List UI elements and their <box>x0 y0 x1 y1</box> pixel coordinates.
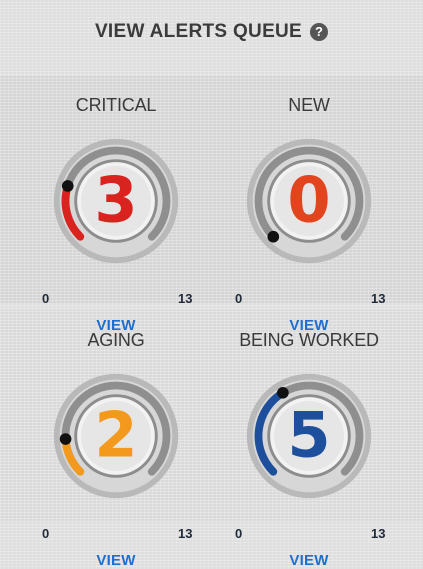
aging-dial: 2 <box>53 373 179 499</box>
critical-dial: 3 <box>53 138 179 264</box>
being-worked-min-label: 0 <box>235 526 243 541</box>
new-max-label: 13 <box>371 291 386 306</box>
new-gauge-widget: NEW 0 0 13 VIEW <box>219 95 399 334</box>
aging-count: 2 <box>94 398 137 471</box>
critical-title: CRITICAL <box>75 95 157 115</box>
new-title: NEW <box>288 95 330 115</box>
new-dial: 0 <box>246 138 372 264</box>
being-worked-max-label: 13 <box>371 526 386 541</box>
aging-min-label: 0 <box>42 526 50 541</box>
critical-gauge-widget: CRITICAL 3 0 13 VIEW <box>26 95 206 334</box>
being-worked-count: 5 <box>287 398 330 471</box>
aging-gauge-widget: AGING 2 0 13 VIEW <box>26 330 206 569</box>
page-title: VIEW ALERTS QUEUE <box>94 21 303 42</box>
critical-min-label: 0 <box>42 291 50 306</box>
critical-count: 3 <box>94 163 137 236</box>
new-min-label: 0 <box>235 291 243 306</box>
alerts-queue-header: VIEW ALERTS QUEUE ? <box>0 0 423 64</box>
aging-view-link[interactable]: VIEW <box>26 552 206 569</box>
aging-max-label: 13 <box>178 526 193 541</box>
being-worked-title: BEING WORKED <box>239 330 379 350</box>
new-count: 0 <box>287 163 330 236</box>
being-worked-gauge-widget: BEING WORKED 5 0 13 VIEW <box>219 330 399 569</box>
critical-max-label: 13 <box>178 291 193 306</box>
being-worked-view-link[interactable]: VIEW <box>219 552 399 569</box>
being-worked-dial: 5 <box>246 373 372 499</box>
aging-title: AGING <box>87 330 145 350</box>
help-icon[interactable]: ? <box>310 23 329 41</box>
